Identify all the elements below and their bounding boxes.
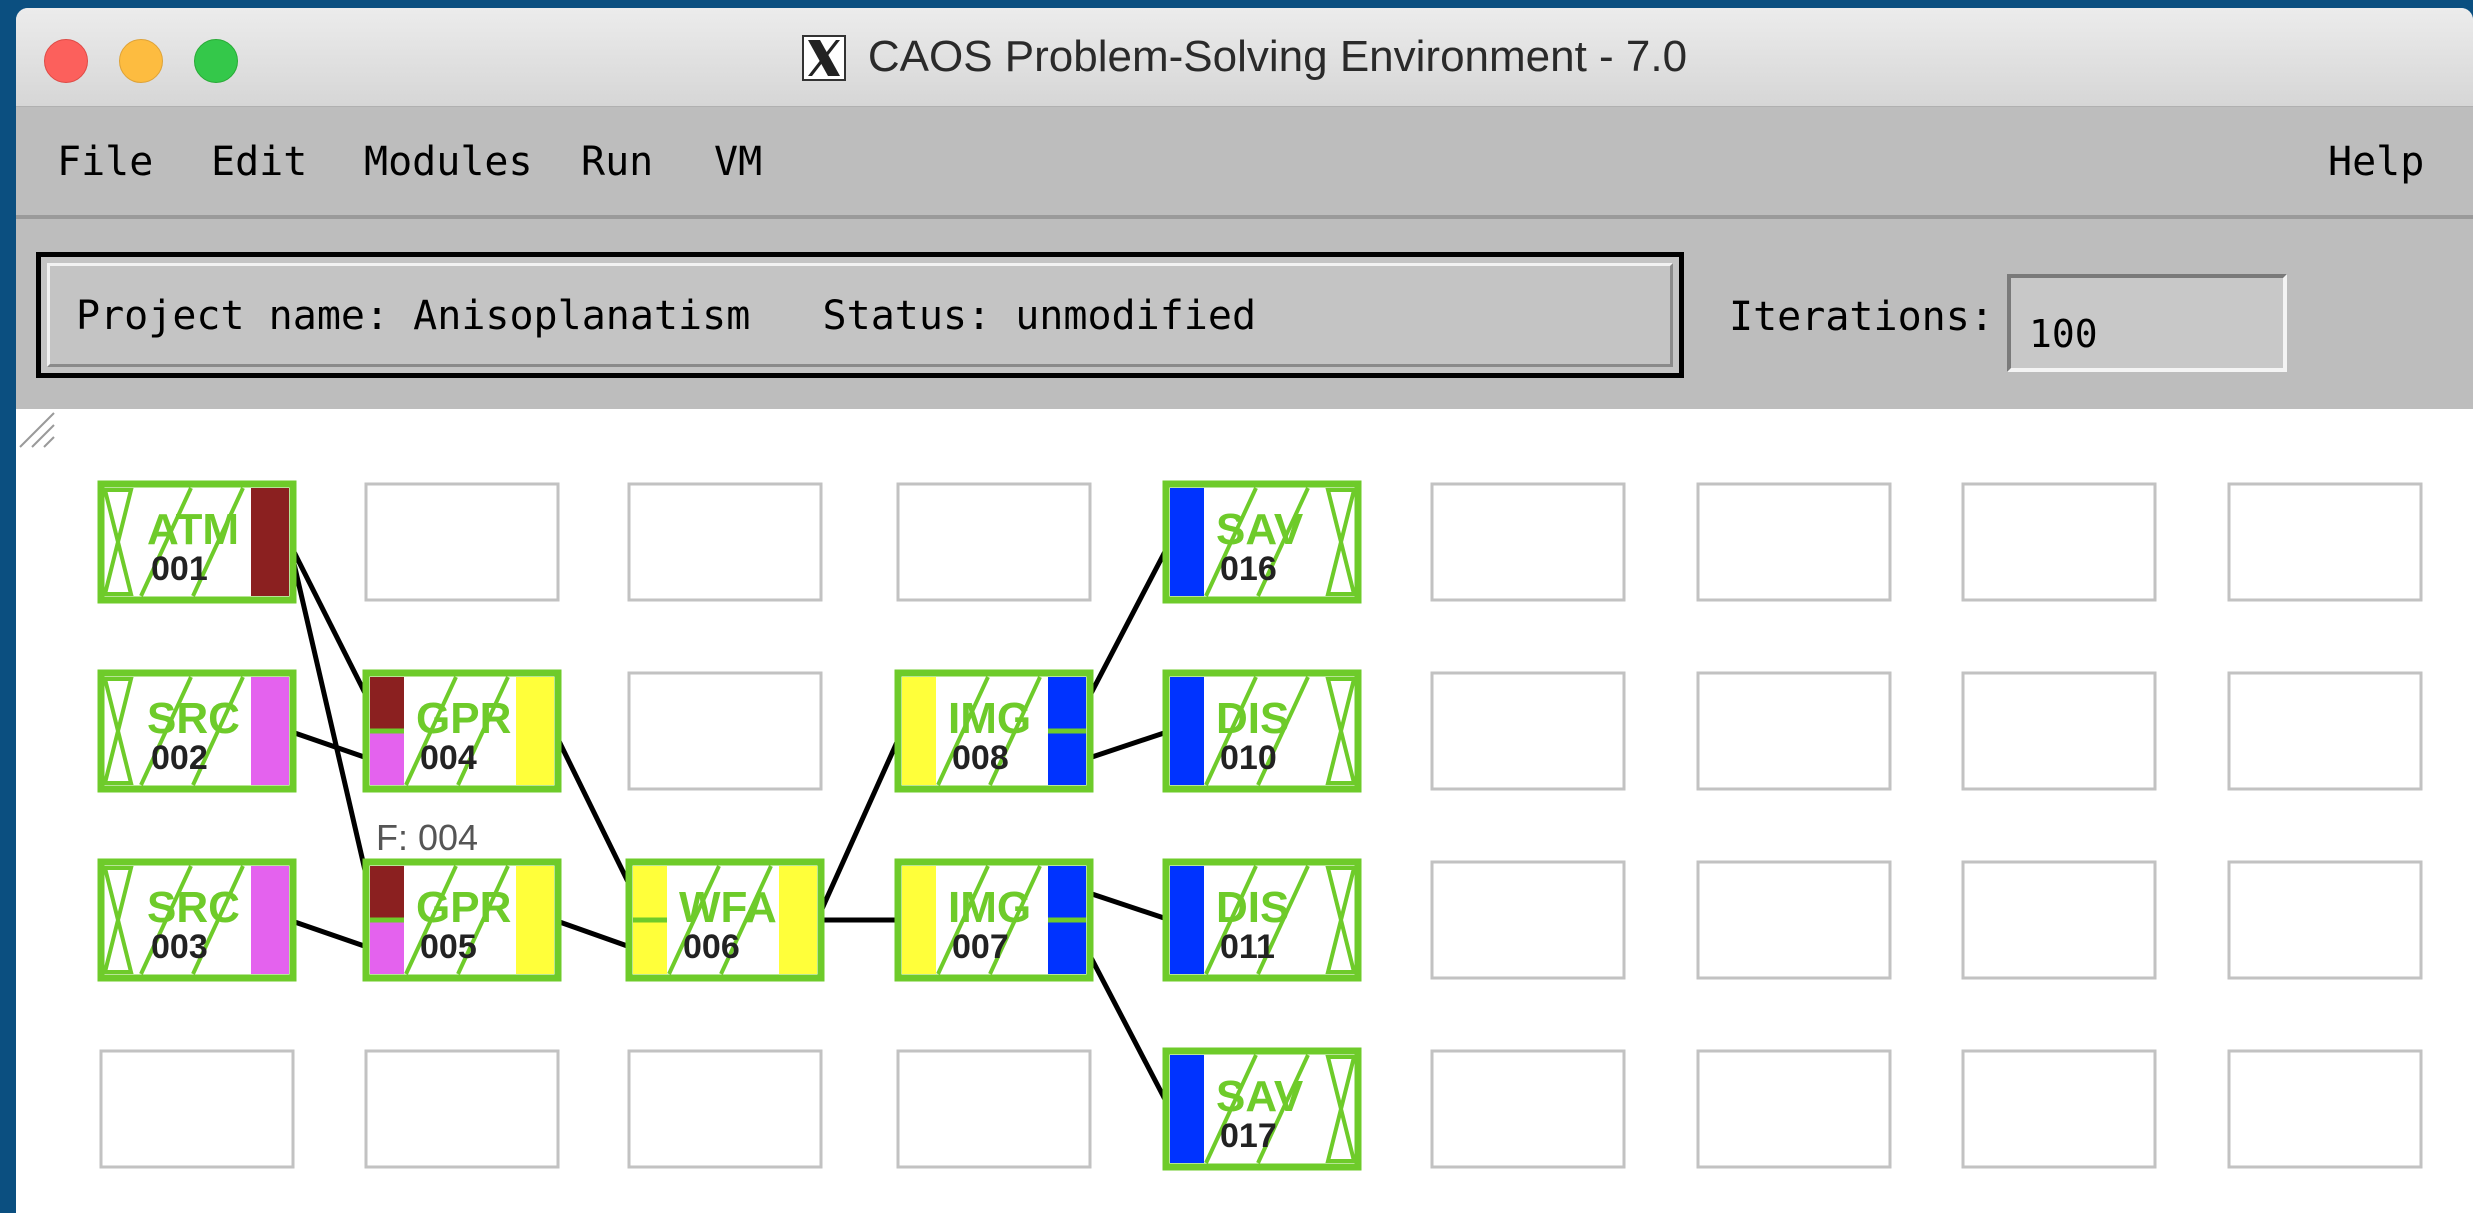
empty-slot[interactable] [1430,671,1626,791]
module-number: 016 [1220,550,1277,588]
module-number: 005 [420,928,477,966]
menu-bar: File Edit Modules Run VM Help [16,107,2473,219]
app-window: CAOS Problem-Solving Environment - 7.0 F… [16,8,2473,1213]
module-img-007[interactable]: IMG007 [894,858,1094,982]
connection-wire[interactable] [1085,889,1171,923]
module-number: 006 [683,928,740,966]
empty-slot[interactable] [364,482,560,602]
empty-slot[interactable] [896,482,1092,602]
module-name: GPR [416,883,511,932]
menu-edit[interactable]: Edit [211,139,307,185]
connection-wire[interactable] [1083,540,1173,705]
menu-vm[interactable]: VM [714,139,762,185]
module-name: SRC [147,694,240,743]
module-number: 003 [151,928,208,966]
menu-run[interactable]: Run [581,139,653,185]
connection-wire[interactable] [1083,946,1173,1111]
module-name: IMG [948,694,1031,743]
title-bar[interactable]: CAOS Problem-Solving Environment - 7.0 [16,8,2473,107]
connection-wire[interactable] [286,540,373,705]
module-name: ATM [147,505,239,554]
empty-slot[interactable] [1430,860,1626,980]
empty-slot[interactable] [1961,482,2157,602]
empty-slot[interactable] [896,1049,1092,1169]
connection-wire[interactable] [814,729,905,922]
empty-slot[interactable] [627,1049,823,1169]
module-number: 007 [952,928,1009,966]
empty-slot[interactable] [1430,1049,1626,1169]
module-src-002[interactable]: SRC002 [97,669,297,793]
empty-slot[interactable] [627,482,823,602]
window-title-text: CAOS Problem-Solving Environment - 7.0 [867,32,1688,81]
empty-slot[interactable] [1696,671,1892,791]
project-info-box: Project name: Anisoplanatism Status: unm… [36,252,1684,378]
empty-slot[interactable] [1961,860,2157,980]
module-dis-010[interactable]: DIS010 [1162,669,1362,793]
module-atm-001[interactable]: ATM001 [97,480,297,604]
empty-slot[interactable] [2227,482,2423,602]
menu-help[interactable]: Help [2328,139,2424,185]
empty-slot[interactable] [99,1049,295,1169]
module-name: DIS [1216,694,1289,743]
x11-logo-icon [801,35,846,81]
module-number: 010 [1220,739,1277,777]
iterations-input[interactable] [2007,274,2287,372]
module-gpr-004[interactable]: GPR004 [362,669,562,793]
module-wfa-006[interactable]: WFA006 [625,858,825,982]
empty-slot[interactable] [364,1049,560,1169]
window-title: CAOS Problem-Solving Environment - 7.0 [16,32,2473,82]
module-img-008[interactable]: IMG008 [894,669,1094,793]
empty-slot[interactable] [627,671,823,791]
project-toolbar: Project name: Anisoplanatism Status: unm… [16,219,2473,409]
empty-slot[interactable] [1961,671,2157,791]
module-grid[interactable]: ATM001SRC002SRC003GPR004GPR005WFA006IMG0… [16,409,2473,1213]
empty-slot[interactable] [2227,1049,2423,1169]
empty-slot[interactable] [1696,860,1892,980]
empty-slot[interactable] [2227,860,2423,980]
module-name: DIS [1216,883,1289,932]
connection-wire[interactable] [288,728,371,762]
connection-wire[interactable] [286,541,373,893]
empty-slot[interactable] [1430,482,1626,602]
module-canvas[interactable]: ATM 001 SRC 002 SRC 003 GPR 004 GPR 005 WFA 006 IMG 0… [16,409,2473,1213]
connection-wire[interactable] [551,729,636,894]
module-number: 011 [1220,928,1275,966]
connection-wire[interactable] [553,917,634,951]
module-dis-011[interactable]: DIS011 [1162,858,1362,982]
empty-slot[interactable] [1961,1049,2157,1169]
module-name: IMG [948,883,1031,932]
module-name: SAV [1216,1072,1304,1121]
module-number: 001 [151,550,208,588]
module-gpr-005[interactable]: GPR005 [362,858,562,982]
module-sav-016[interactable]: SAV016 [1162,480,1362,604]
resize-grip-icon[interactable] [16,409,56,449]
module-src-003[interactable]: SRC003 [97,858,297,982]
empty-slot[interactable] [1696,482,1892,602]
module-name: GPR [416,694,511,743]
empty-slot[interactable] [1696,1049,1892,1169]
connection-wire[interactable] [1085,728,1171,762]
menu-file[interactable]: File [57,139,153,185]
module-name: WFA [679,883,777,932]
module-name: SRC [147,883,240,932]
module-name: SAV [1216,505,1304,554]
menu-modules[interactable]: Modules [364,139,533,185]
module-number: 017 [1220,1117,1277,1155]
feedback-label: F: 004 [376,817,478,858]
module-number: 002 [151,739,208,777]
module-number: 004 [420,739,477,777]
module-number: 008 [952,739,1009,777]
iterations-label: Iterations: [1729,294,1994,340]
project-status-text: Project name: Anisoplanatism Status: unm… [76,293,1257,339]
connection-wire[interactable] [288,917,371,951]
empty-slot[interactable] [2227,671,2423,791]
module-sav-017[interactable]: SAV017 [1162,1047,1362,1171]
